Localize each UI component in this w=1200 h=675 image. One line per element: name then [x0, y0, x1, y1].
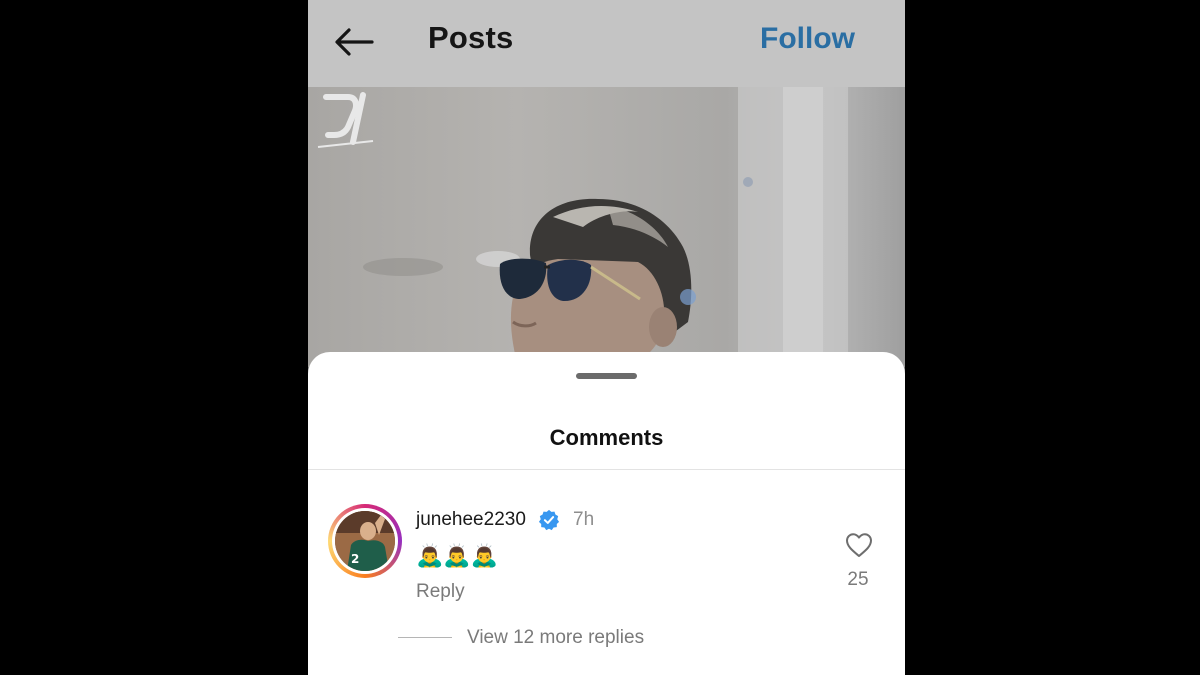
commenter-avatar[interactable]: 2 — [328, 504, 402, 578]
arrow-left-icon — [335, 28, 374, 56]
comment-text: 🙇‍♂️🙇‍♂️🙇‍♂️ — [416, 544, 499, 569]
view-more-replies-button[interactable]: View 12 more replies — [467, 627, 644, 649]
photo-illustration — [363, 87, 848, 367]
page-title: Posts — [428, 20, 514, 55]
like-count: 25 — [847, 569, 869, 590]
phone-screen: Posts Follow Comments 2 junehee2230 7h 🙇… — [308, 0, 905, 675]
sheet-divider — [308, 469, 905, 470]
follow-button[interactable]: Follow — [760, 22, 855, 56]
comment-timestamp: 7h — [573, 509, 595, 530]
watermark-logo — [317, 92, 374, 148]
comments-sheet: Comments 2 junehee2230 — [308, 352, 905, 675]
verified-badge-icon — [538, 509, 560, 531]
heart-icon[interactable] — [845, 532, 873, 558]
avatar-photo: 2 — [335, 511, 395, 571]
comments-title: Comments — [549, 425, 664, 450]
comment-username[interactable]: junehee2230 — [416, 509, 526, 531]
top-bar: Posts Follow — [308, 0, 905, 87]
replies-line — [398, 637, 452, 638]
back-button[interactable] — [330, 22, 378, 62]
reply-button[interactable]: Reply — [416, 581, 465, 603]
sheet-drag-handle[interactable] — [576, 373, 637, 379]
svg-text:2: 2 — [351, 552, 359, 566]
post-photo[interactable] — [308, 87, 905, 367]
